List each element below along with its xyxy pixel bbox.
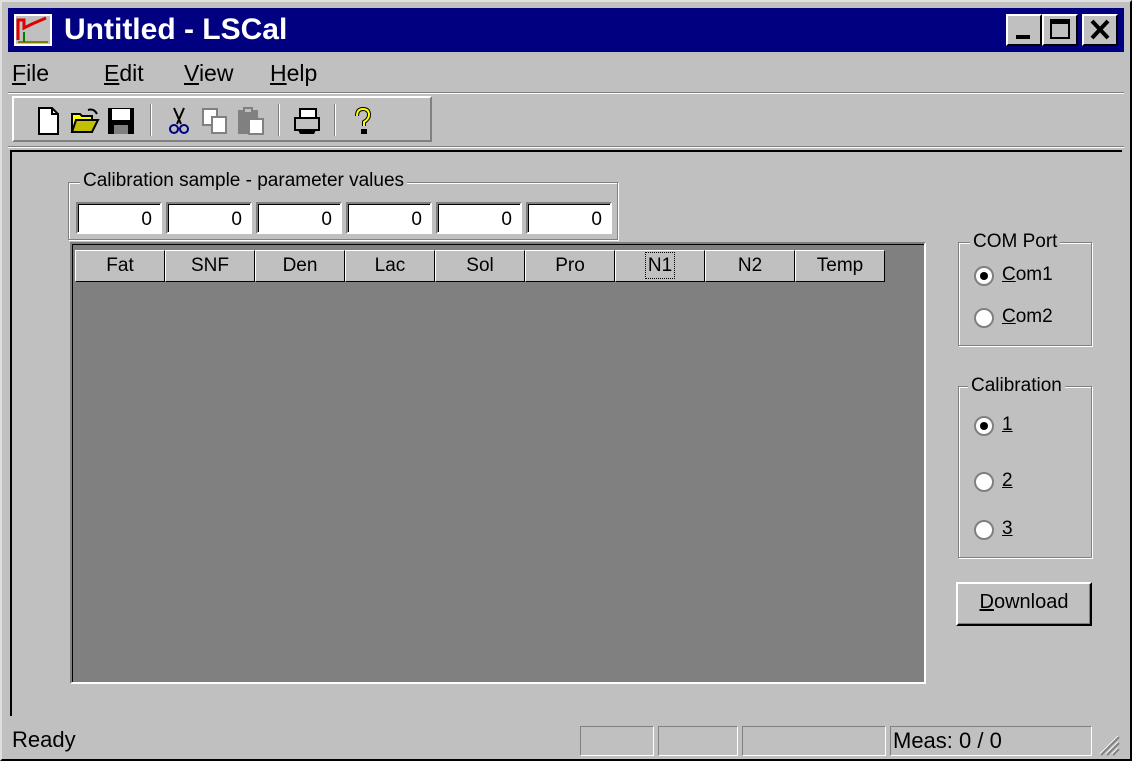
- radio-checked-icon: [974, 266, 994, 286]
- measurement-grid[interactable]: Fat SNF Den Lac Sol Pro N1 N2 Temp: [70, 242, 926, 684]
- calibration-label: Calibration: [968, 375, 1065, 397]
- status-text: Ready: [12, 727, 76, 752]
- calibration-sample-label: Calibration sample - parameter values: [80, 170, 408, 192]
- toolbar: [12, 96, 432, 142]
- paste-icon[interactable]: [236, 106, 266, 136]
- param-input-4[interactable]: [346, 202, 432, 234]
- download-button[interactable]: Download: [956, 582, 1092, 626]
- param-input-6[interactable]: [526, 202, 612, 234]
- status-pane-2: [658, 726, 738, 756]
- column-header-den[interactable]: Den: [255, 250, 345, 282]
- toolbar-bottom-divider: [8, 146, 1124, 148]
- param-input-2[interactable]: [166, 202, 252, 234]
- new-file-icon[interactable]: [34, 106, 64, 136]
- column-header-snf[interactable]: SNF: [165, 250, 255, 282]
- meas-counter: Meas: 0 / 0: [890, 726, 1092, 756]
- radio-unchecked-icon: [974, 472, 994, 492]
- window-title: Untitled - LSCal: [64, 13, 288, 46]
- param-input-5[interactable]: [436, 202, 522, 234]
- toolbar-separator: [334, 104, 336, 136]
- cut-scissors-icon[interactable]: [164, 106, 194, 136]
- maximize-button[interactable]: [1042, 14, 1078, 46]
- radio-unchecked-icon: [974, 308, 994, 328]
- column-header-sol[interactable]: Sol: [435, 250, 525, 282]
- maximize-icon: [1050, 19, 1070, 39]
- resize-grip-icon[interactable]: [1096, 732, 1120, 756]
- menu-bar: File Edit View Help: [8, 56, 1124, 90]
- menu-help[interactable]: Help: [270, 58, 317, 88]
- column-header-n1[interactable]: N1: [615, 250, 705, 282]
- save-disk-icon[interactable]: [106, 106, 136, 136]
- radio-unchecked-icon: [974, 520, 994, 540]
- app-icon: [14, 14, 52, 46]
- main-window: Untitled - LSCal File Edit View Help Cal…: [0, 0, 1132, 761]
- minimize-icon: [1016, 35, 1030, 39]
- param-input-3[interactable]: [256, 202, 342, 234]
- radio-checked-icon: [974, 416, 994, 436]
- help-icon[interactable]: [348, 106, 378, 136]
- column-header-temp[interactable]: Temp: [795, 250, 885, 282]
- title-bar[interactable]: Untitled - LSCal: [8, 8, 1124, 52]
- open-folder-icon[interactable]: [70, 106, 100, 136]
- minimize-button[interactable]: [1006, 14, 1042, 46]
- column-header-pro[interactable]: Pro: [525, 250, 615, 282]
- toolbar-separator: [278, 104, 280, 136]
- print-icon[interactable]: [292, 106, 322, 136]
- param-input-1[interactable]: [76, 202, 162, 234]
- close-icon: [1090, 19, 1110, 40]
- menu-file[interactable]: File: [12, 58, 49, 88]
- toolbar-separator: [150, 104, 152, 136]
- column-header-n2[interactable]: N2: [705, 250, 795, 282]
- toolbar-divider: [8, 92, 1124, 94]
- status-bar: Ready Meas: 0 / 0: [8, 720, 1124, 758]
- close-button[interactable]: [1082, 14, 1118, 46]
- com-port-label: COM Port: [970, 231, 1061, 253]
- menu-edit[interactable]: Edit: [104, 58, 144, 88]
- menu-view[interactable]: View: [184, 58, 233, 88]
- status-pane-1: [580, 726, 654, 756]
- com-port-group: [958, 242, 1092, 346]
- column-header-lac[interactable]: Lac: [345, 250, 435, 282]
- status-pane-3: [742, 726, 886, 756]
- column-header-fat[interactable]: Fat: [75, 250, 165, 282]
- copy-icon[interactable]: [200, 106, 230, 136]
